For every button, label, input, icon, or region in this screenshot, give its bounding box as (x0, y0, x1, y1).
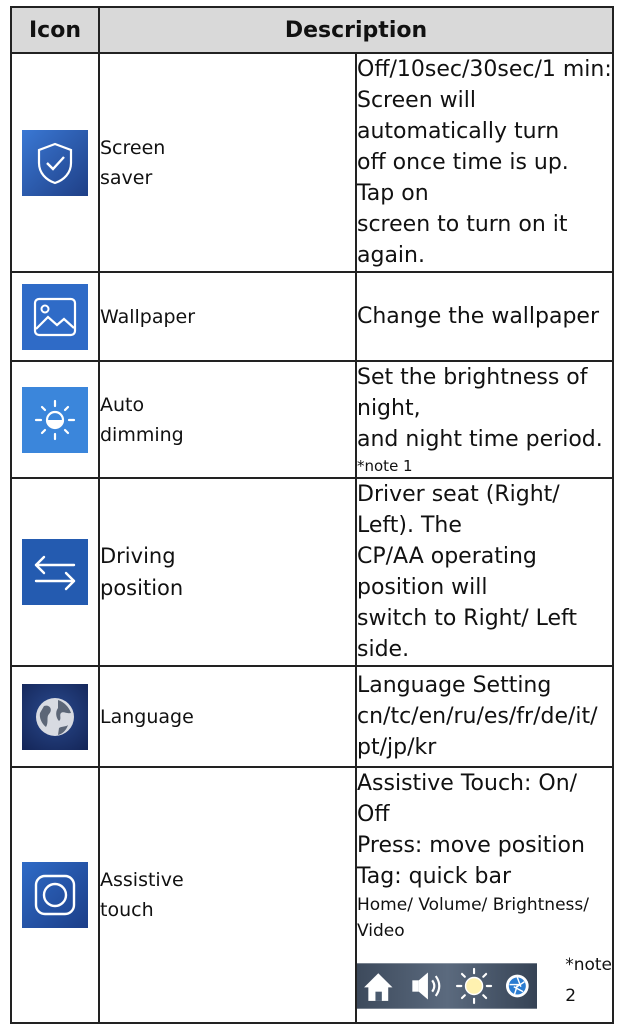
note-2: *note 2 (565, 955, 612, 1006)
desc-assistive-touch: Assistive Touch: On/ Off Press: move pos… (355, 766, 614, 1024)
name-language: Language (98, 665, 357, 768)
name-screen-saver: Screen saver (98, 52, 357, 273)
brightness-icon (22, 386, 88, 453)
quick-bar-preview (357, 963, 538, 1009)
table-row-driving-position: Driving position Driver seat (Right/ Lef… (10, 477, 614, 667)
name-driving-position: Driving position (98, 477, 357, 667)
icon-column-header: Icon (10, 6, 100, 54)
table-row-wallpaper: Wallpaper Change the wallpaper (10, 271, 614, 362)
table-row-language: Language Language Setting cn/tc/en/ru/es… (10, 665, 614, 768)
quick-bar-items: Home/ Volume/ Brightness/ Video (357, 895, 589, 941)
name-auto-dimming: Auto dimming (98, 360, 357, 479)
header-row: Icon Description (10, 6, 614, 54)
table-row-screen-saver: Screen saver Off/10sec/30sec/1 min: Scre… (10, 52, 614, 273)
note-1: *note 1 (357, 457, 413, 475)
globe-icon (22, 683, 88, 750)
table-row-assistive-touch: Assistive touch Assistive Touch: On/ Off… (10, 766, 614, 1024)
swap-arrows-icon (22, 539, 88, 605)
desc-driving-position: Driver seat (Right/ Left). The CP/AA ope… (355, 477, 614, 667)
shield-check-icon (22, 129, 88, 196)
name-assistive-touch: Assistive touch (98, 766, 357, 1024)
desc-wallpaper: Change the wallpaper (355, 271, 614, 362)
video-shutter-icon (505, 974, 529, 998)
settings-table: Icon Description Screen saver Off/10sec/… (10, 6, 614, 1024)
desc-auto-dimming: Set the brightness of night, and night t… (355, 360, 614, 479)
picture-icon (22, 283, 88, 350)
brightness-icon (455, 967, 493, 1005)
table-row-auto-dimming: Auto dimming Set the brightness of night… (10, 360, 614, 479)
name-wallpaper: Wallpaper (98, 271, 357, 362)
assistive-touch-icon (22, 862, 88, 928)
desc-screen-saver: Off/10sec/30sec/1 min: Screen will autom… (355, 52, 614, 273)
description-column-header: Description (98, 6, 614, 54)
desc-language: Language Setting cn/tc/en/ru/es/fr/de/it… (355, 665, 614, 768)
